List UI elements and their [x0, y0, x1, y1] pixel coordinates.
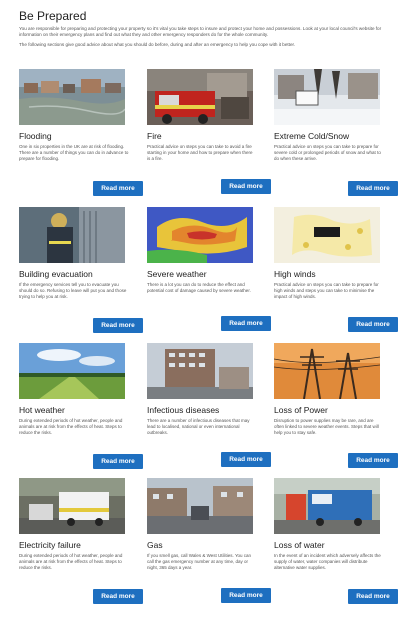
- read-more-button[interactable]: Read more: [93, 589, 143, 604]
- card-title: Extreme Cold/Snow: [274, 131, 350, 141]
- utility-van-image[interactable]: [19, 478, 125, 534]
- intro-text: You are responsible for preparing and pr…: [19, 26, 391, 51]
- card-severe-weather: Severe weather There is a lot you can do…: [147, 207, 271, 331]
- card-description: Practical advice on steps you can take t…: [274, 144, 381, 162]
- card-fire: Fire Practical advice on steps you can t…: [147, 69, 271, 194]
- card-title: Gas: [147, 540, 163, 550]
- card-extreme-cold: Extreme Cold/Snow Practical advice on st…: [274, 69, 398, 196]
- read-more-button[interactable]: Read more: [93, 181, 143, 196]
- firefighter-image[interactable]: [19, 207, 125, 263]
- snowy-street-image[interactable]: [274, 69, 380, 125]
- be-prepared-page: Be Prepared You are responsible for prep…: [0, 0, 410, 621]
- weather-radar-image[interactable]: [147, 207, 253, 263]
- read-more-button[interactable]: Read more: [221, 452, 271, 467]
- card-high-winds: High winds Practical advice on steps you…: [274, 207, 398, 332]
- card-title: Building evacuation: [19, 269, 93, 279]
- card-description: Practical advice on steps you can take t…: [274, 282, 379, 300]
- wind-map-image[interactable]: [274, 207, 380, 263]
- card-description: During extended periods of hot weather, …: [19, 418, 123, 436]
- flooded-town-image[interactable]: [19, 69, 125, 125]
- read-more-button[interactable]: Read more: [93, 454, 143, 469]
- card-description: If the emergency services tell you to ev…: [19, 282, 127, 300]
- read-more-button[interactable]: Read more: [348, 317, 398, 332]
- intro-paragraph: The following sections give good advice …: [19, 41, 296, 47]
- card-title: Electricity failure: [19, 540, 81, 550]
- read-more-button[interactable]: Read more: [221, 179, 271, 194]
- residential-street-image[interactable]: [147, 478, 253, 534]
- read-more-button[interactable]: Read more: [348, 181, 398, 196]
- hospital-building-image[interactable]: [147, 343, 253, 399]
- card-title: High winds: [274, 269, 316, 279]
- card-description: In the event of an incident which advers…: [274, 553, 381, 571]
- power-pylon-image[interactable]: [274, 343, 380, 399]
- card-infectious-diseases: Infectious diseases There are a number o…: [147, 343, 271, 467]
- card-description: One in six properties in the UK are at r…: [19, 144, 129, 162]
- card-description: There are a number of infectious disease…: [147, 418, 250, 436]
- read-more-button[interactable]: Read more: [93, 318, 143, 333]
- water-tanker-image[interactable]: [274, 478, 380, 534]
- card-title: Loss of Power: [274, 405, 328, 415]
- card-gas: Gas If you smell gas, call Wales & West …: [147, 478, 271, 603]
- card-title: Loss of water: [274, 540, 325, 550]
- read-more-button[interactable]: Read more: [221, 588, 271, 603]
- sunny-field-image[interactable]: [19, 343, 125, 399]
- card-loss-of-water: Loss of water In the event of an inciden…: [274, 478, 398, 604]
- card-hot-weather: Hot weather During extended periods of h…: [19, 343, 143, 469]
- card-loss-of-power: Loss of Power Disruption to power suppli…: [274, 343, 398, 468]
- fire-engine-image[interactable]: [147, 69, 253, 125]
- card-title: Infectious diseases: [147, 405, 220, 415]
- card-description: If you smell gas, call Wales & West Util…: [147, 553, 252, 571]
- card-title: Flooding: [19, 131, 52, 141]
- card-description: Practical advice on steps you can take t…: [147, 144, 253, 162]
- intro-paragraph: You are responsible for preparing and pr…: [19, 26, 382, 38]
- read-more-button[interactable]: Read more: [221, 316, 271, 331]
- read-more-button[interactable]: Read more: [348, 453, 398, 468]
- card-title: Hot weather: [19, 405, 65, 415]
- card-title: Fire: [147, 131, 162, 141]
- card-title: Severe weather: [147, 269, 207, 279]
- read-more-button[interactable]: Read more: [348, 589, 398, 604]
- page-title: Be Prepared: [19, 9, 87, 23]
- card-building-evacuation: Building evacuation If the emergency ser…: [19, 207, 143, 333]
- card-description: There is a lot you can do to reduce the …: [147, 282, 251, 294]
- card-flooding: Flooding One in six properties in the UK…: [19, 69, 143, 196]
- card-description: During extended periods of hot weather, …: [19, 553, 123, 571]
- card-electricity-failure: Electricity failure During extended peri…: [19, 478, 143, 604]
- card-description: Disruption to power supplies may be rare…: [274, 418, 379, 436]
